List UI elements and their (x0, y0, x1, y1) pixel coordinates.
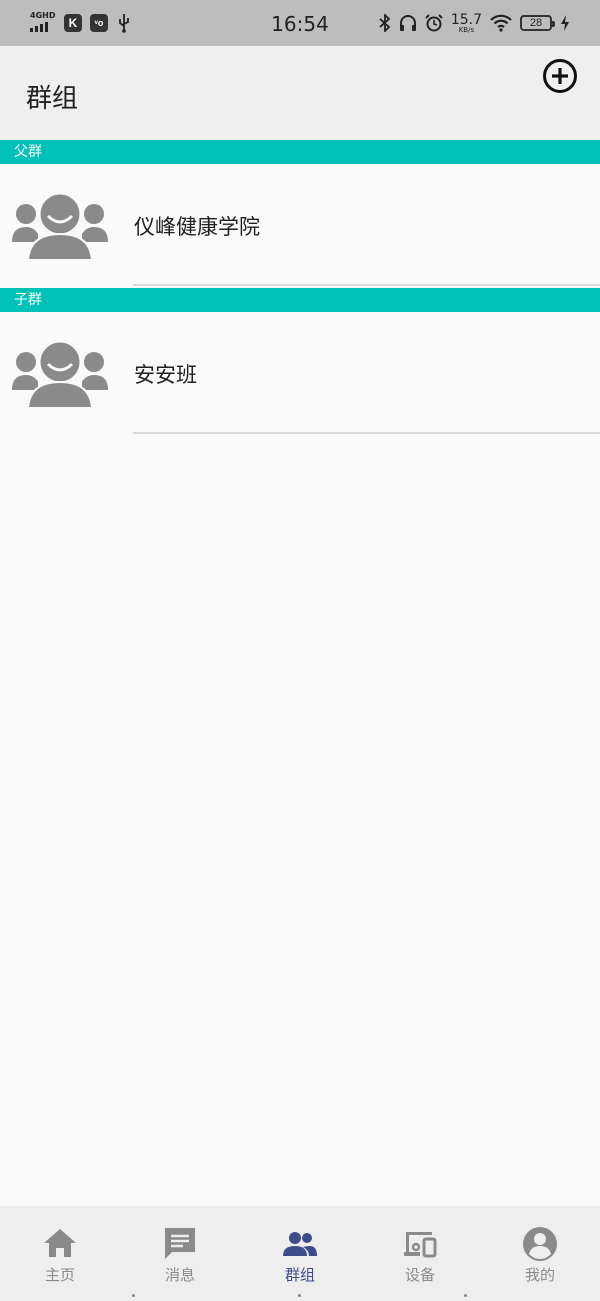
devices-icon (404, 1232, 437, 1258)
status-right: 15.7 KB/s 28 (379, 10, 570, 36)
wifi-icon (490, 14, 512, 32)
page-indicator-dot (464, 1294, 467, 1297)
nav-label-devices: 设备 (404, 1266, 435, 1284)
nav-item-home[interactable]: 主页 (0, 1206, 120, 1301)
status-bar: 4GHD K ᵛo 16:54 15.7 KB/s 28 (0, 0, 600, 46)
nav-label-profile: 我的 (524, 1266, 555, 1284)
bottom-nav: 主页 消息 群组 设备 我的 (0, 1206, 600, 1301)
home-icon (44, 1229, 76, 1257)
message-icon (165, 1228, 195, 1259)
group-name: 安安班 (134, 363, 197, 387)
alarm-icon (425, 14, 443, 32)
page-indicator-dot (132, 1294, 135, 1297)
nav-label-home: 主页 (44, 1266, 75, 1284)
account-icon (523, 1227, 557, 1261)
headphones-icon (399, 15, 416, 31)
net-speed: 15.7 KB/s (450, 11, 482, 34)
plus-circle-icon[interactable] (542, 58, 578, 94)
group-list-item[interactable]: 安安班 (0, 312, 600, 434)
group-avatar-icon (12, 340, 108, 409)
charging-icon (561, 15, 569, 31)
bluetooth-icon (379, 14, 391, 32)
group-icon (283, 1232, 317, 1256)
group-avatar-icon (12, 192, 108, 261)
app-header: 群组 (0, 46, 600, 140)
row-divider (133, 284, 600, 286)
section-header-child: 子群 (0, 288, 600, 312)
group-list-item[interactable]: 仪峰健康学院 (0, 164, 600, 286)
nav-item-groups[interactable]: 群组 (240, 1206, 360, 1301)
nav-item-messages[interactable]: 消息 (120, 1206, 240, 1301)
page-title: 群组 (26, 84, 79, 114)
nav-item-devices[interactable]: 设备 (360, 1206, 480, 1301)
nav-label-groups: 群组 (284, 1266, 315, 1284)
nav-label-messages: 消息 (164, 1266, 195, 1284)
section-header-parent: 父群 (0, 140, 600, 164)
group-name: 仪峰健康学院 (134, 215, 260, 239)
page-indicator-dot (298, 1294, 301, 1297)
row-divider (133, 432, 600, 434)
nav-item-profile[interactable]: 我的 (480, 1206, 600, 1301)
battery-icon: 28 (520, 15, 555, 31)
